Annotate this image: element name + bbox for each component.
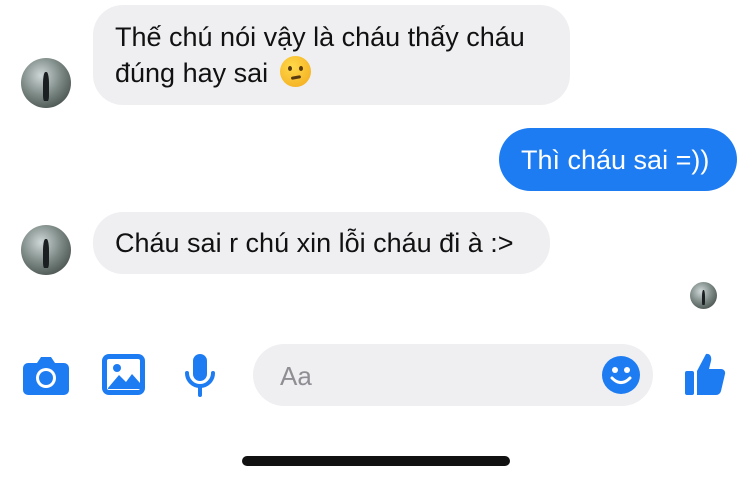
avatar-photo [43, 239, 49, 268]
message-text-line: Thế chú nói vậy là cháu thấy cháu [115, 22, 525, 52]
message-text-line: đúng hay sai [115, 55, 548, 91]
image-icon[interactable] [102, 354, 145, 395]
incoming-message-bubble[interactable]: Cháu sai r chú xin lỗi cháu đi à :> [93, 212, 550, 274]
emoji-icon[interactable] [601, 355, 641, 395]
composer-placeholder: Aa [280, 361, 312, 391]
home-indicator [242, 456, 510, 466]
incoming-message-bubble[interactable]: Thế chú nói vậy là cháu thấy cháu đúng h… [93, 5, 570, 105]
avatar-photo [701, 289, 706, 306]
thinking-face-icon [279, 56, 311, 87]
like-icon[interactable] [684, 352, 726, 396]
contact-avatar[interactable] [21, 225, 71, 275]
message-text: Cháu sai r chú xin lỗi cháu đi à :> [115, 228, 514, 258]
outgoing-message-bubble[interactable]: Thì cháu sai =)) [499, 128, 737, 191]
message-text: đúng hay sai [115, 58, 269, 88]
microphone-icon[interactable] [183, 353, 217, 397]
message-text: Thì cháu sai =)) [521, 145, 710, 175]
avatar-photo [43, 72, 49, 101]
contact-avatar[interactable] [21, 58, 71, 108]
message-composer[interactable]: Aa [253, 344, 653, 406]
camera-icon[interactable] [22, 354, 70, 396]
seen-indicator-avatar [690, 282, 717, 309]
